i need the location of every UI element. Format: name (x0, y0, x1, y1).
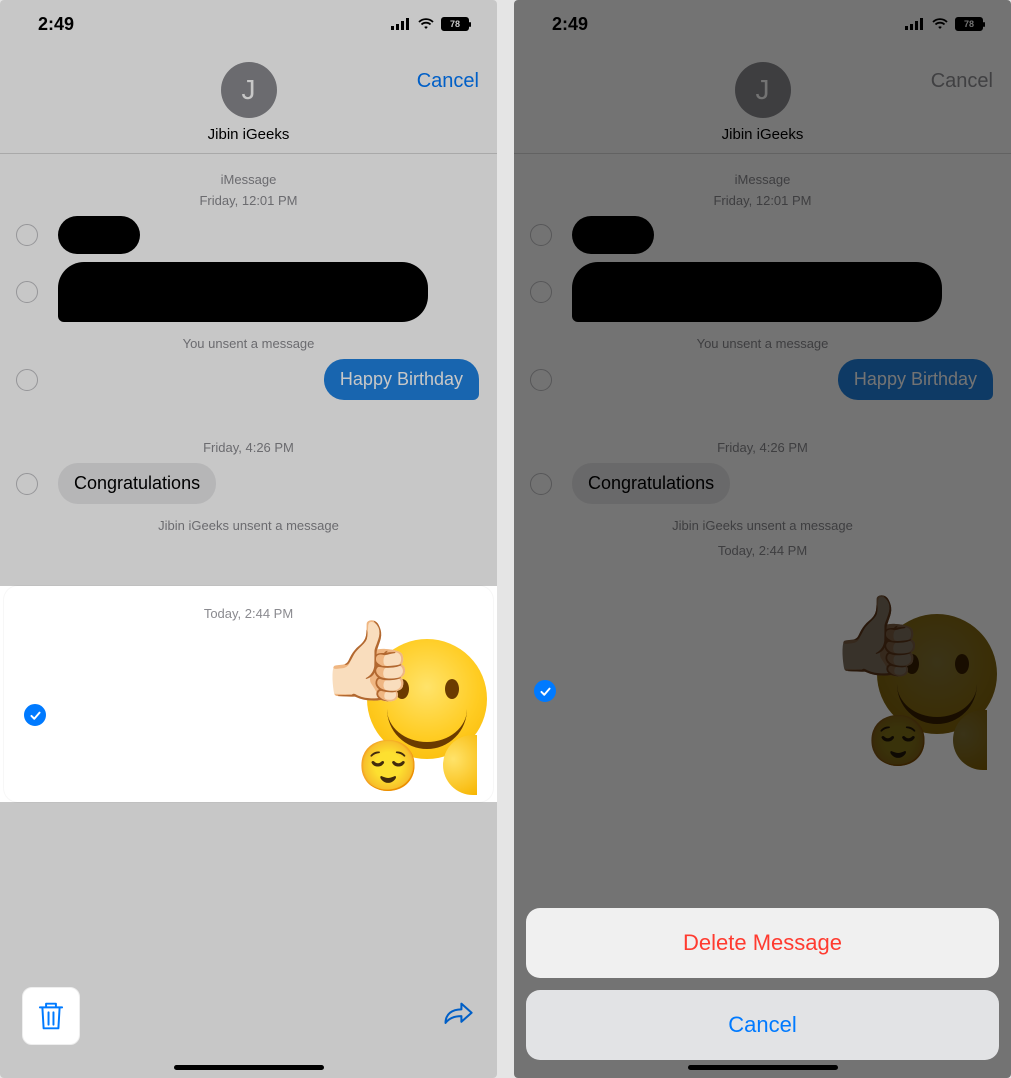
select-circle[interactable] (530, 473, 552, 495)
status-right: 78 (391, 14, 469, 35)
emoji-sticker-message: 👍🏻 😌 (803, 600, 993, 780)
signal-icon (391, 14, 411, 35)
trash-icon (36, 1000, 66, 1032)
share-button[interactable] (441, 1000, 475, 1033)
message-thread: iMessage Friday, 12:01 PM You unsent a m… (514, 154, 1011, 558)
select-circle[interactable] (16, 224, 38, 246)
select-circle[interactable] (530, 224, 552, 246)
relieved-emoji-icon: 😌 (357, 741, 419, 791)
wifi-icon (931, 14, 949, 35)
message-thread: iMessage Friday, 12:01 PM You unsent a m… (0, 154, 497, 533)
select-circle-checked[interactable] (534, 680, 556, 702)
thumbs-up-emoji-icon: 👍🏻 (319, 621, 416, 699)
timestamp: Friday, 12:01 PM (12, 193, 485, 208)
select-circle[interactable] (16, 369, 38, 391)
conversation-header: J Jibin iGeeks Cancel (0, 48, 497, 154)
conversation-header: J Jibin iGeeks Cancel (514, 48, 1011, 154)
message-bubble-sent: Happy Birthday (324, 359, 479, 400)
unsent-notice: You unsent a message (526, 336, 999, 351)
checkmark-icon (29, 709, 42, 722)
unsent-notice: You unsent a message (12, 336, 485, 351)
message-bubble-redacted (58, 216, 140, 254)
phone-right: 2:49 78 J Jibin iGeeks Cancel iMessage F… (514, 0, 1011, 1078)
thumbs-up-emoji-icon: 👍🏻 (829, 596, 926, 674)
select-circle[interactable] (530, 369, 552, 391)
message-row[interactable] (526, 262, 999, 322)
message-row[interactable] (526, 216, 999, 254)
cancel-button[interactable]: Cancel (931, 70, 993, 93)
status-bar: 2:49 78 (0, 0, 497, 48)
wifi-icon (417, 14, 435, 35)
message-row[interactable]: Congratulations (12, 463, 485, 504)
select-circle[interactable] (16, 281, 38, 303)
timestamp: Friday, 4:26 PM (526, 440, 999, 455)
message-bubble-redacted (572, 262, 942, 322)
status-bar: 2:49 78 (514, 0, 1011, 48)
battery-icon: 78 (955, 17, 983, 31)
action-sheet-cancel-button[interactable]: Cancel (526, 990, 999, 1060)
home-indicator[interactable] (688, 1065, 838, 1070)
status-time: 2:49 (552, 14, 588, 35)
select-circle[interactable] (16, 473, 38, 495)
message-row[interactable] (12, 216, 485, 254)
unsent-notice: Jibin iGeeks unsent a message (12, 518, 485, 533)
status-time: 2:49 (38, 14, 74, 35)
phone-left: 2:49 78 J Jibin iGeeks Cancel iMessage F… (0, 0, 497, 1078)
selected-message-card[interactable]: Today, 2:44 PM 👍🏻 😌 (4, 586, 493, 802)
delete-button[interactable] (22, 987, 80, 1045)
service-label: iMessage (12, 172, 485, 187)
message-bubble-received: Congratulations (58, 463, 216, 504)
unsent-notice: Jibin iGeeks unsent a message (526, 518, 999, 533)
edit-toolbar (0, 984, 497, 1048)
contact-name: Jibin iGeeks (0, 126, 497, 143)
message-row[interactable] (12, 262, 485, 322)
message-bubble-redacted (58, 262, 428, 322)
message-bubble-redacted (572, 216, 654, 254)
message-bubble-received: Congratulations (572, 463, 730, 504)
timestamp: Friday, 4:26 PM (12, 440, 485, 455)
select-circle[interactable] (530, 281, 552, 303)
cancel-button[interactable]: Cancel (417, 70, 479, 93)
select-circle-checked[interactable] (24, 704, 46, 726)
contact-name: Jibin iGeeks (514, 126, 1011, 143)
status-right: 78 (905, 14, 983, 35)
relieved-emoji-icon: 😌 (867, 716, 929, 766)
message-bubble-sent: Happy Birthday (838, 359, 993, 400)
avatar[interactable]: J (735, 62, 791, 118)
message-row[interactable]: Happy Birthday (526, 359, 999, 400)
service-label: iMessage (526, 172, 999, 187)
home-indicator[interactable] (174, 1065, 324, 1070)
signal-icon (905, 14, 925, 35)
emoji-sticker-message: 👍🏻 😌 (293, 625, 483, 805)
delete-message-button[interactable]: Delete Message (526, 908, 999, 978)
timestamp: Today, 2:44 PM (526, 543, 999, 558)
avatar[interactable]: J (221, 62, 277, 118)
share-arrow-icon (441, 1000, 475, 1030)
timestamp: Friday, 12:01 PM (526, 193, 999, 208)
checkmark-icon (539, 685, 552, 698)
action-sheet: Delete Message Cancel (526, 908, 999, 1060)
message-row[interactable]: Congratulations (526, 463, 999, 504)
battery-icon: 78 (441, 17, 469, 31)
message-row[interactable]: Happy Birthday (12, 359, 485, 400)
